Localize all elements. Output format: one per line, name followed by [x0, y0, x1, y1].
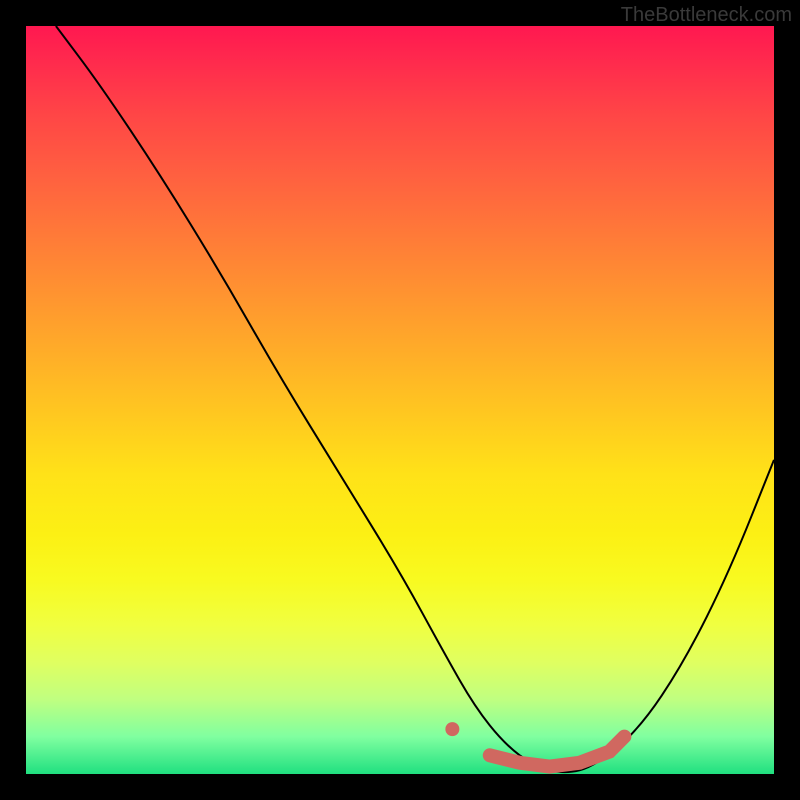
marker-dot-icon: [445, 722, 459, 736]
bottleneck-curve: [56, 26, 774, 772]
chart-area: [26, 26, 774, 774]
curve-svg: [26, 26, 774, 774]
marker-valley-segment: [490, 737, 625, 767]
watermark-text: TheBottleneck.com: [621, 4, 792, 27]
